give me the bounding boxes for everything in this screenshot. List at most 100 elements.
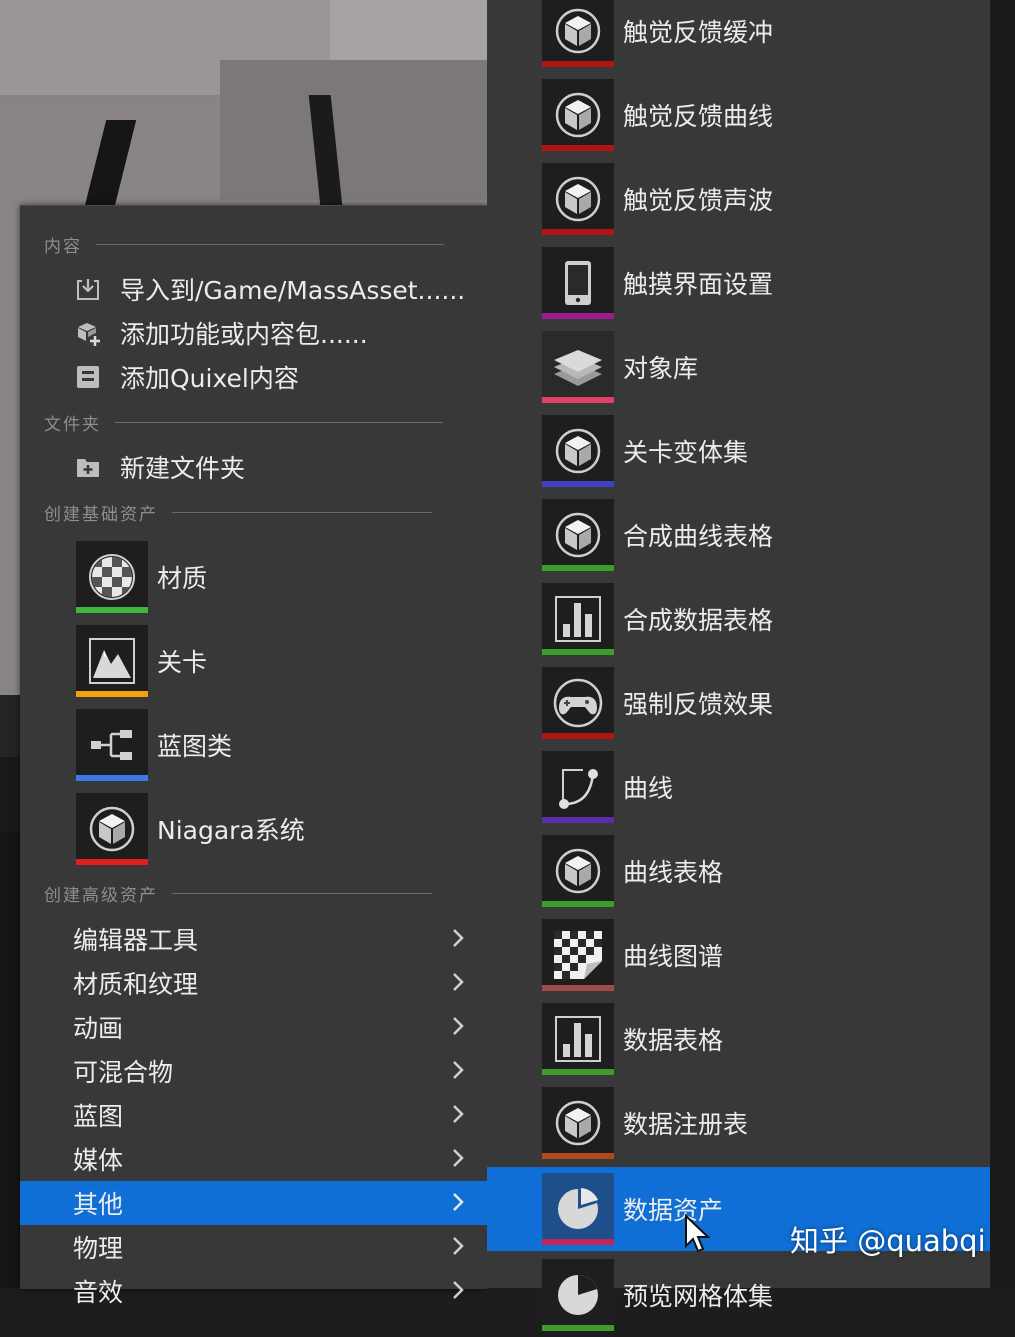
- haptic-feedback-curve-item[interactable]: 触觉反馈曲线: [487, 73, 990, 157]
- category-label: 编辑器工具: [73, 926, 199, 955]
- category-miscellaneous[interactable]: 其他: [20, 1181, 487, 1225]
- quixel-icon: [72, 361, 104, 393]
- asset-color-bar: [542, 649, 614, 655]
- asset-label: 触觉反馈声波: [623, 186, 774, 215]
- category-label: 物理: [73, 1234, 124, 1263]
- menu-item-label: 添加Quixel内容: [120, 364, 299, 393]
- section-divider: [115, 421, 443, 423]
- section-divider: [172, 511, 432, 513]
- asset-color-bar: [542, 397, 614, 403]
- niagara-system-asset-item[interactable]: Niagara系统: [76, 791, 305, 867]
- asset-color-bar: [542, 901, 614, 907]
- blueprint-class-asset-item[interactable]: 蓝图类: [76, 707, 232, 783]
- asset-label: 对象库: [623, 354, 699, 383]
- category-editor-tools[interactable]: 编辑器工具: [20, 917, 487, 961]
- touch-interface-setup-item[interactable]: 触摸界面设置: [487, 241, 990, 325]
- category-materials-textures[interactable]: 材质和纹理: [20, 961, 487, 1005]
- asset-color-bar: [542, 145, 614, 151]
- category-label: 音效: [73, 1278, 124, 1307]
- new-folder-menu-item[interactable]: 新建文件夹: [72, 447, 245, 487]
- asset-thumbnail: [542, 919, 614, 991]
- section-header-folder: 文件夹: [44, 412, 443, 435]
- level-asset-item[interactable]: 关卡: [76, 623, 207, 699]
- asset-thumbnail: [542, 499, 614, 571]
- category-physics[interactable]: 物理: [20, 1225, 487, 1269]
- haptic-feedback-buffer-item[interactable]: 触觉反馈缓冲: [487, 0, 990, 73]
- material-asset-item[interactable]: 材质: [76, 539, 207, 615]
- pie-icon: [558, 1275, 598, 1315]
- category-blueprint[interactable]: 蓝图: [20, 1093, 487, 1137]
- add-quixel-menu-item[interactable]: 添加Quixel内容: [72, 357, 299, 397]
- force-feedback-effect-item[interactable]: 强制反馈效果: [487, 661, 990, 745]
- asset-label: 数据表格: [623, 1026, 724, 1055]
- category-media[interactable]: 媒体: [20, 1137, 487, 1181]
- asset-color-bar: [542, 1069, 614, 1075]
- asset-color-bar: [542, 1325, 614, 1331]
- cube-icon: [555, 848, 601, 894]
- curve-table-item[interactable]: 曲线表格: [487, 829, 990, 913]
- viewport-wall: [220, 60, 487, 200]
- blueprint-thumbnail: [76, 709, 148, 781]
- niagara-thumbnail: [76, 793, 148, 865]
- data-registry-item[interactable]: 数据注册表: [487, 1081, 990, 1165]
- asset-thumbnail: [542, 1259, 614, 1331]
- checker-page-icon: [554, 931, 602, 979]
- chevron-right-icon: [453, 973, 464, 991]
- category-animation[interactable]: 动画: [20, 1005, 487, 1049]
- asset-color-bar: [542, 733, 614, 739]
- asset-thumbnail: [542, 835, 614, 907]
- category-label: 可混合物: [73, 1058, 174, 1087]
- section-divider: [172, 892, 432, 894]
- blueprint-icon: [91, 730, 132, 760]
- asset-label: 合成曲线表格: [623, 522, 774, 551]
- level-variant-sets-item[interactable]: 关卡变体集: [487, 409, 990, 493]
- cube-icon: [555, 1100, 601, 1146]
- chevron-right-icon: [453, 1237, 464, 1255]
- cube-icon: [555, 512, 601, 558]
- cube-icon: [555, 176, 601, 222]
- asset-color-bar: [76, 607, 148, 613]
- asset-thumbnail: [542, 415, 614, 487]
- tablet-icon: [565, 261, 591, 305]
- asset-label: 触摸界面设置: [623, 270, 774, 299]
- material-thumbnail: [76, 541, 148, 613]
- asset-label: 曲线图谱: [623, 942, 724, 971]
- asset-color-bar: [542, 229, 614, 235]
- object-library-item[interactable]: 对象库: [487, 325, 990, 409]
- asset-thumbnail: [542, 583, 614, 655]
- add-feature-pack-menu-item[interactable]: 添加功能或内容包......: [72, 313, 368, 353]
- asset-thumbnail: [542, 1003, 614, 1075]
- section-divider: [96, 243, 444, 245]
- cube-icon: [555, 92, 601, 138]
- composite-data-table-item[interactable]: 合成数据表格: [487, 577, 990, 661]
- watermark: 知乎 @quabqi: [790, 1224, 986, 1258]
- category-label: 媒体: [73, 1146, 124, 1175]
- asset-label: 蓝图类: [157, 732, 233, 761]
- asset-thumbnail: [542, 79, 614, 151]
- section-header-basic-assets: 创建基础资产: [44, 502, 432, 525]
- cube-icon: [555, 8, 601, 54]
- asset-label: 数据注册表: [623, 1110, 749, 1139]
- asset-color-bar: [542, 61, 614, 67]
- chevron-right-icon: [453, 1061, 464, 1079]
- category-sounds[interactable]: 音效: [20, 1269, 487, 1313]
- curve-item[interactable]: 曲线: [487, 745, 990, 829]
- haptic-feedback-soundwave-item[interactable]: 触觉反馈声波: [487, 157, 990, 241]
- chevron-right-icon: [453, 1105, 464, 1123]
- data-table-item[interactable]: 数据表格: [487, 997, 990, 1081]
- menu-item-label: 添加功能或内容包......: [120, 320, 368, 349]
- section-title: 文件夹: [44, 414, 101, 435]
- composite-curve-table-item[interactable]: 合成曲线表格: [487, 493, 990, 577]
- section-header-content: 内容: [44, 234, 444, 257]
- menu-item-label: 导入到/Game/MassAsset......: [120, 276, 466, 305]
- asset-color-bar: [76, 691, 148, 697]
- asset-label: 触觉反馈曲线: [623, 102, 774, 131]
- level-icon: [89, 638, 135, 684]
- asset-label: Niagara系统: [157, 816, 305, 845]
- preview-mesh-collection-item[interactable]: 预览网格体集: [487, 1253, 990, 1337]
- category-label: 动画: [73, 1014, 124, 1043]
- import-menu-item[interactable]: 导入到/Game/MassAsset......: [72, 269, 465, 309]
- category-blendables[interactable]: 可混合物: [20, 1049, 487, 1093]
- curve-atlas-item[interactable]: 曲线图谱: [487, 913, 990, 997]
- cube-icon: [89, 806, 135, 852]
